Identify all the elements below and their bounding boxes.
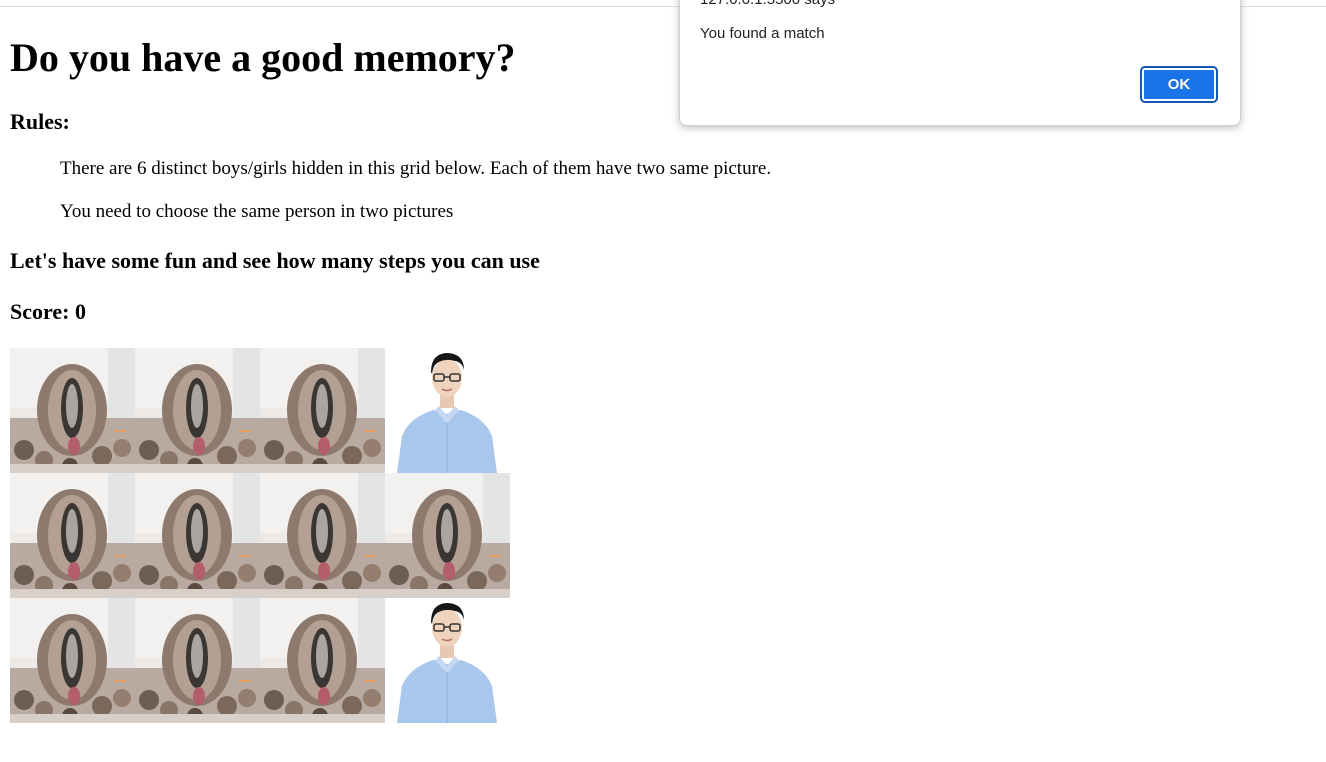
dialog-origin: 127.0.0.1:5500 says: [700, 0, 835, 9]
card-back-photo: [260, 348, 385, 473]
memory-card-hidden[interactable]: [260, 348, 385, 473]
card-back-photo: [135, 348, 260, 473]
memory-card-hidden[interactable]: [10, 348, 135, 473]
memory-card-hidden[interactable]: [135, 473, 260, 598]
memory-card-revealed[interactable]: [385, 598, 510, 723]
rule-text: There are 6 distinct boys/girls hidden i…: [60, 158, 772, 179]
rules-heading: Rules:: [10, 109, 70, 134]
card-back-photo: [260, 473, 385, 598]
memory-card-hidden[interactable]: [10, 598, 135, 723]
man-portrait-photo: [385, 348, 510, 473]
card-back-photo: [10, 473, 135, 598]
card-back-photo: [385, 473, 510, 598]
memory-card-hidden[interactable]: [135, 598, 260, 723]
ok-button[interactable]: OK: [1140, 66, 1218, 103]
memory-card-hidden[interactable]: [260, 473, 385, 598]
card-back-photo: [260, 598, 385, 723]
fun-heading: Let's have some fun and see how many ste…: [10, 248, 540, 273]
memory-card-hidden[interactable]: [260, 598, 385, 723]
man-portrait-photo: [385, 598, 510, 723]
rule-text: You need to choose the same person in tw…: [60, 201, 454, 222]
dialog-message: You found a match: [700, 25, 825, 42]
memory-card-hidden[interactable]: [135, 348, 260, 473]
memory-card-hidden[interactable]: [10, 473, 135, 598]
card-back-photo: [10, 348, 135, 473]
page-title: Do you have a good memory?: [10, 35, 516, 80]
memory-card-hidden[interactable]: [385, 473, 510, 598]
score-label: Score: 0: [10, 299, 86, 324]
alert-dialog: 127.0.0.1:5500 says You found a match OK: [679, 0, 1241, 126]
card-back-photo: [135, 473, 260, 598]
card-back-photo: [135, 598, 260, 723]
card-back-photo: [10, 598, 135, 723]
memory-card-revealed[interactable]: [385, 348, 510, 473]
